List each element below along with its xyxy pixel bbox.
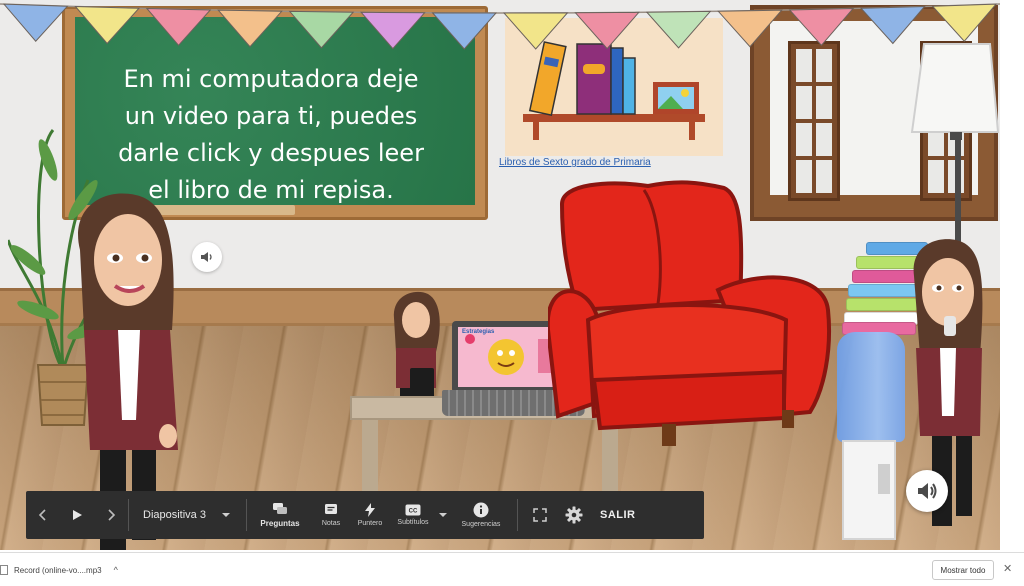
- download-bar: Record (online-vo....mp3 ^ Mostrar todo …: [0, 552, 1024, 586]
- bunting-flag: [574, 11, 640, 50]
- next-slide-button[interactable]: [94, 491, 128, 539]
- info-icon: [473, 502, 489, 518]
- previous-slide-button[interactable]: [26, 491, 60, 539]
- chat-bubbles-icon: [272, 503, 287, 514]
- show-all-button[interactable]: Mostrar todo: [932, 560, 994, 580]
- subtitles-dropdown-button[interactable]: [435, 491, 451, 539]
- bunting-flag: [431, 12, 498, 50]
- books-link[interactable]: Libros de Sexto grado de Primaria: [499, 157, 651, 168]
- bunting-flag: [788, 7, 855, 47]
- gear-icon: [565, 506, 583, 524]
- water-cooler-bottle: [837, 332, 905, 442]
- slide-selector[interactable]: Diapositiva 3: [129, 491, 246, 539]
- bunting-flag: [145, 7, 212, 47]
- bunting-garland: [0, 3, 1000, 50]
- slide-selector-label: Diapositiva 3: [143, 509, 206, 521]
- bunting-flag: [502, 12, 569, 50]
- suggestions-button[interactable]: Sugerencias: [451, 491, 511, 539]
- notes-button[interactable]: Notas: [313, 491, 349, 539]
- lightning-icon: [364, 503, 375, 517]
- video-caption: Estrategias: [462, 329, 495, 335]
- caret-down-icon: [438, 513, 447, 517]
- play-button[interactable]: [60, 491, 94, 539]
- settings-button[interactable]: [558, 491, 590, 539]
- window-shutter-left: [788, 41, 840, 201]
- classroom-scene: En mi computadora deje un video para ti,…: [0, 0, 1000, 550]
- questions-button[interactable]: Preguntas: [247, 491, 313, 539]
- pointer-button[interactable]: Puntero: [349, 491, 391, 539]
- closed-captions-icon: CC: [405, 504, 421, 516]
- bunting-flag: [717, 9, 783, 48]
- file-icon: [0, 565, 8, 575]
- bunting-flag: [2, 3, 69, 42]
- bunting-flag: [360, 11, 426, 50]
- notes-icon: [324, 504, 337, 514]
- close-icon[interactable]: ✕: [1003, 562, 1012, 575]
- svg-text:CC: CC: [409, 509, 418, 515]
- water-cooler: [842, 440, 896, 540]
- chevron-right-icon: [108, 509, 116, 521]
- audio-button-small[interactable]: [192, 242, 222, 272]
- presentation-viewer: En mi computadora deje un video para ti,…: [0, 0, 1024, 586]
- speaker-icon: [201, 252, 212, 262]
- bunting-flag: [860, 5, 926, 45]
- speaker-icon: [918, 483, 937, 499]
- chalkboard-message: En mi computadora deje un video para ti,…: [118, 65, 424, 204]
- bunting-flag: [645, 10, 712, 49]
- red-armchair: [548, 180, 832, 446]
- exit-button[interactable]: SALIR: [590, 509, 648, 521]
- play-icon: [73, 510, 82, 520]
- audio-button-large[interactable]: [906, 470, 948, 512]
- caret-down-icon: [221, 513, 230, 517]
- download-file-name: Record (online-vo....mp3: [14, 565, 102, 575]
- fullscreen-button[interactable]: [522, 491, 558, 539]
- bunting-flag: [74, 5, 140, 45]
- bunting-flag: [288, 10, 355, 49]
- chevron-up-icon[interactable]: ^: [114, 565, 118, 575]
- fullscreen-icon: [533, 508, 547, 522]
- bunting-flag: [217, 9, 283, 48]
- chevron-left-icon: [38, 509, 46, 521]
- bunting-flag: [931, 3, 998, 42]
- subtitles-button[interactable]: CC Subtítulos: [391, 491, 435, 539]
- player-control-bar: Diapositiva 3 Preguntas Notas Puntero CC…: [26, 491, 704, 539]
- download-item[interactable]: Record (online-vo....mp3 ^: [0, 559, 118, 581]
